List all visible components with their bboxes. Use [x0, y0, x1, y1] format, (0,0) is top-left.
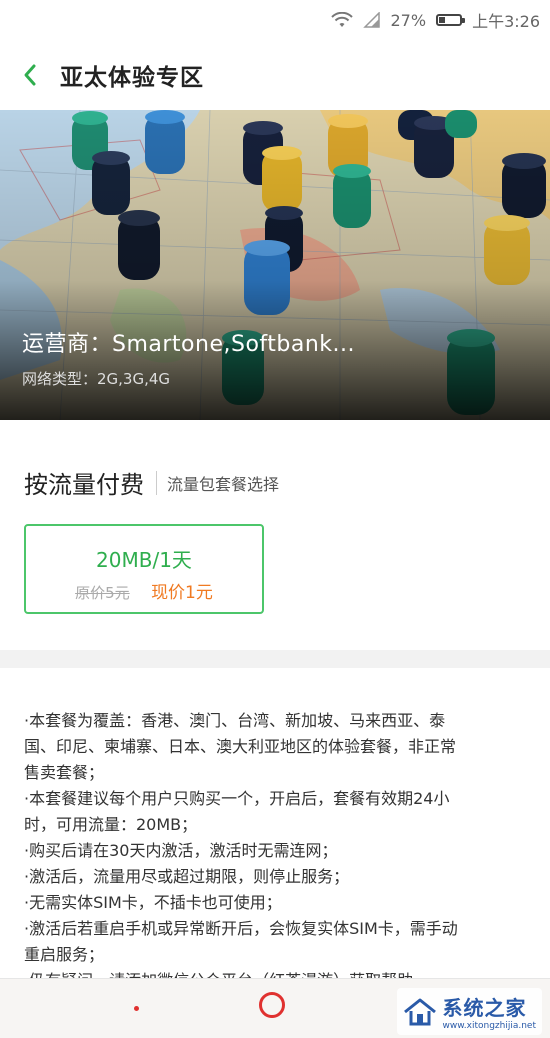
current-price: 现价1元: [151, 583, 213, 603]
home-button[interactable]: [259, 992, 285, 1018]
plan-name: 20MB/1天: [96, 548, 192, 572]
signal-icon: [362, 12, 381, 28]
pay-subtitle: 流量包套餐选择: [167, 474, 280, 494]
description-line: ·无需实体SIM卡，不插卡也可使用；: [24, 893, 282, 912]
wifi-icon: [330, 12, 353, 28]
pay-title: 按流量付费: [24, 471, 144, 499]
clock: 上午3:26: [472, 12, 540, 31]
description-line: ·激活后若重启手机或异常断开后，会恢复实体SIM卡，需手动: [24, 919, 458, 938]
description-line: ·本套餐为覆盖：香港、澳门、台湾、新加坡、马来西亚、泰: [24, 711, 446, 730]
watermark-text: 系统之家: [442, 996, 527, 1020]
original-price: 原价5元: [75, 584, 130, 602]
description-line: ·本套餐建议每个用户只购买一个，开启后，套餐有效期24小: [24, 789, 450, 808]
chevron-left-icon: [24, 64, 36, 86]
back-button[interactable]: [0, 40, 60, 110]
recent-apps-button[interactable]: [134, 1006, 139, 1011]
region-banner: 运营商：Smartone,Softbank... 网络类型：2G,3G,4G: [0, 110, 550, 420]
watermark-url: www.xitongzhijia.net: [442, 1021, 536, 1031]
plan-option-20mb[interactable]: 20MB/1天 原价5元 现价1元: [24, 524, 264, 614]
pay-section: 按流量付费 流量包套餐选择 20MB/1天 原价5元 现价1元: [0, 420, 550, 650]
status-bar: 27% 上午3:26: [0, 0, 550, 40]
description-line: 重启服务；: [24, 945, 105, 964]
app-header: 亚太体验专区: [0, 40, 550, 110]
battery-percent: 27%: [390, 10, 427, 30]
watermark: 系统之家 www.xitongzhijia.net: [396, 988, 542, 1035]
description-line: 时，可用流量：20MB；: [24, 815, 198, 834]
page-title: 亚太体验专区: [60, 65, 204, 91]
description-line: ·激活后，流量用尽或超过期限，则停止服务；: [24, 867, 350, 886]
title-divider: [156, 470, 157, 495]
operator-label: 运营商：Smartone,Softbank...: [22, 332, 355, 357]
battery-icon: [436, 14, 466, 26]
description-line: ·购买后请在30天内激活，激活时无需连网；: [24, 841, 338, 860]
description-line: 国、印尼、柬埔寨、日本、澳大利亚地区的体验套餐，非正常: [24, 737, 457, 756]
network-type-label: 网络类型：2G,3G,4G: [22, 370, 171, 388]
description-line: ·仍有疑问，请添加微信公众平台（红茶漫游）获取帮助: [24, 968, 524, 978]
description-section: ·本套餐为覆盖：香港、澳门、台湾、新加坡、马来西亚、泰 国、印尼、柬埔寨、日本、…: [0, 668, 550, 978]
house-logo-icon: [403, 998, 436, 1025]
description-line: 售卖套餐；: [24, 763, 105, 782]
description-list: ·本套餐为覆盖：香港、澳门、台湾、新加坡、马来西亚、泰 国、印尼、柬埔寨、日本、…: [24, 708, 524, 978]
